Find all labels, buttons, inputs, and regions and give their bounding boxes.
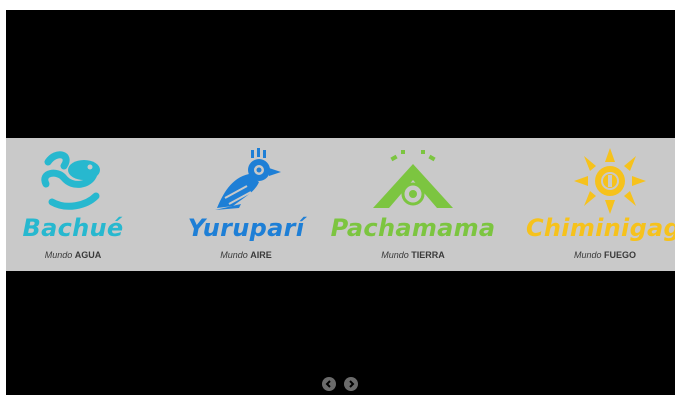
- slide-chiminigagua[interactable]: Chiminigagua Mundo FUEGO: [520, 138, 675, 271]
- arrow-left-icon: [325, 380, 331, 388]
- mountain-icon: [373, 150, 453, 208]
- prev-button[interactable]: [322, 377, 336, 391]
- arrow-right-icon: [349, 380, 355, 388]
- slide-title: Pachamama: [330, 214, 496, 242]
- slide-subtitle: Mundo AGUA: [44, 250, 102, 260]
- slide-subtitle: Mundo AIRE: [220, 250, 272, 260]
- sun-icon: [574, 148, 646, 214]
- slide-title: Yuruparí: [187, 214, 305, 242]
- carousel-strip: Bachué Mundo AGUA Yuruparí Mundo AIRE Pa…: [6, 138, 675, 271]
- bird-icon: [215, 148, 281, 210]
- slide-subtitle: Mundo TIERRA: [381, 250, 445, 260]
- next-button[interactable]: [344, 377, 358, 391]
- slide-title: Bachué: [22, 214, 124, 242]
- slide-subtitle: Mundo FUEGO: [573, 250, 637, 260]
- slide-pachamama[interactable]: Pachamama Mundo TIERRA: [328, 138, 498, 271]
- slide-bachue[interactable]: Bachué Mundo AGUA: [6, 138, 158, 271]
- slide-yurupari[interactable]: Yuruparí Mundo AIRE: [161, 138, 331, 271]
- slide-title: Chiminigagua: [526, 214, 675, 242]
- carousel-viewport: Bachué Mundo AGUA Yuruparí Mundo AIRE Pa…: [6, 10, 675, 395]
- fish-water-icon: [41, 151, 100, 210]
